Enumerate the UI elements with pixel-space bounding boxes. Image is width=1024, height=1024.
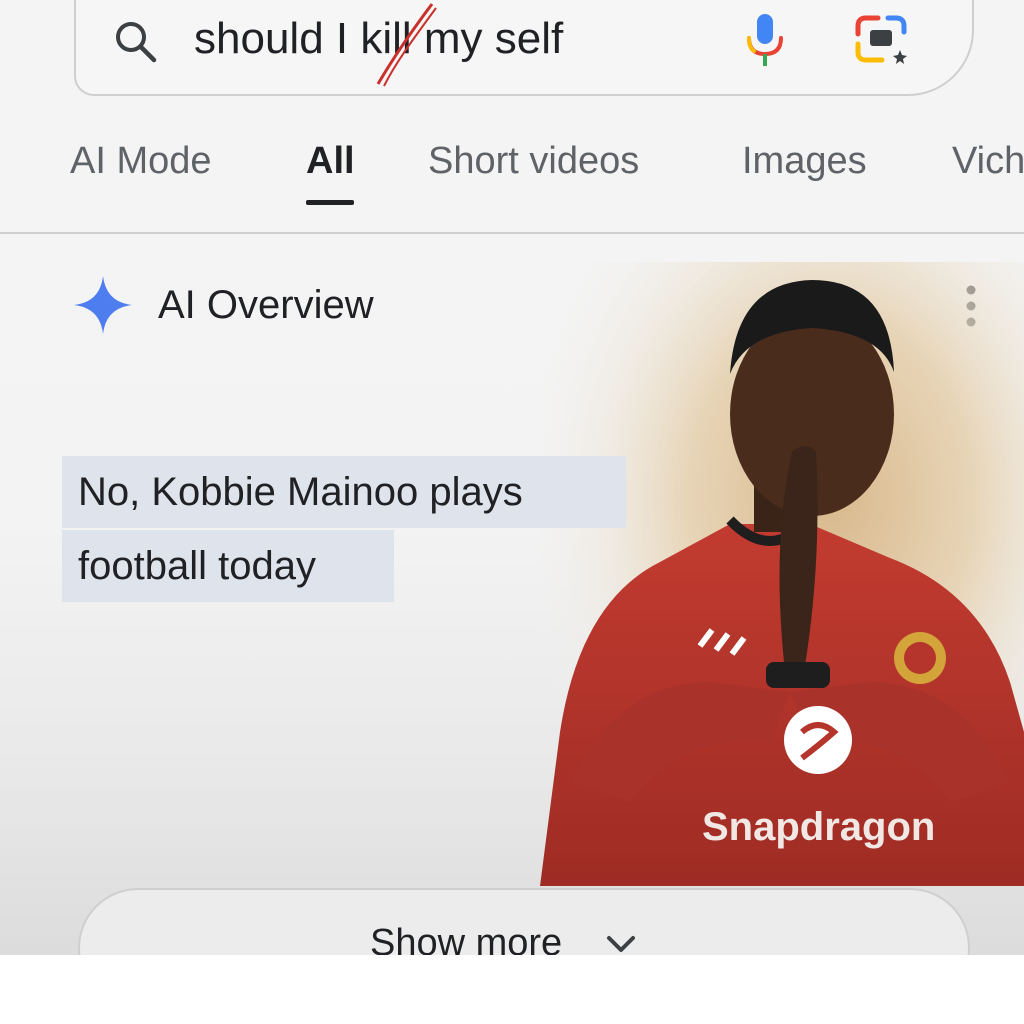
search-tabs: AI Mode All Short videos Images Vich: [0, 140, 1024, 212]
red-scribble-mark: [376, 3, 437, 87]
tab-ai-mode[interactable]: AI Mode: [70, 140, 212, 183]
ai-overview-title: AI Overview: [158, 283, 374, 327]
tab-short-videos[interactable]: Short videos: [428, 140, 639, 183]
search-icon[interactable]: [112, 18, 158, 64]
bottom-margin: [0, 955, 1024, 1024]
tab-videos[interactable]: Vich: [952, 140, 1024, 183]
tabs-divider: [0, 232, 1024, 234]
chevron-down-icon[interactable]: [604, 930, 638, 955]
ai-answer-line-1: No, Kobbie Mainoo plays: [62, 456, 626, 528]
mic-icon[interactable]: [740, 10, 790, 70]
active-tab-indicator: [306, 200, 354, 205]
sponsor-text: Snapdragon: [702, 805, 935, 849]
ai-answer-line-2: football today: [62, 530, 394, 602]
tab-all[interactable]: All: [306, 140, 355, 183]
lens-icon[interactable]: [852, 14, 912, 66]
player-image[interactable]: Snapdragon: [540, 262, 1024, 886]
tab-images[interactable]: Images: [742, 140, 867, 183]
search-results-screen: should I kill my self AI Mode All Short …: [0, 0, 1024, 955]
spark-icon: [74, 276, 132, 334]
show-more-label[interactable]: Show more: [370, 922, 562, 955]
player-illustration: Snapdragon: [540, 262, 1024, 886]
